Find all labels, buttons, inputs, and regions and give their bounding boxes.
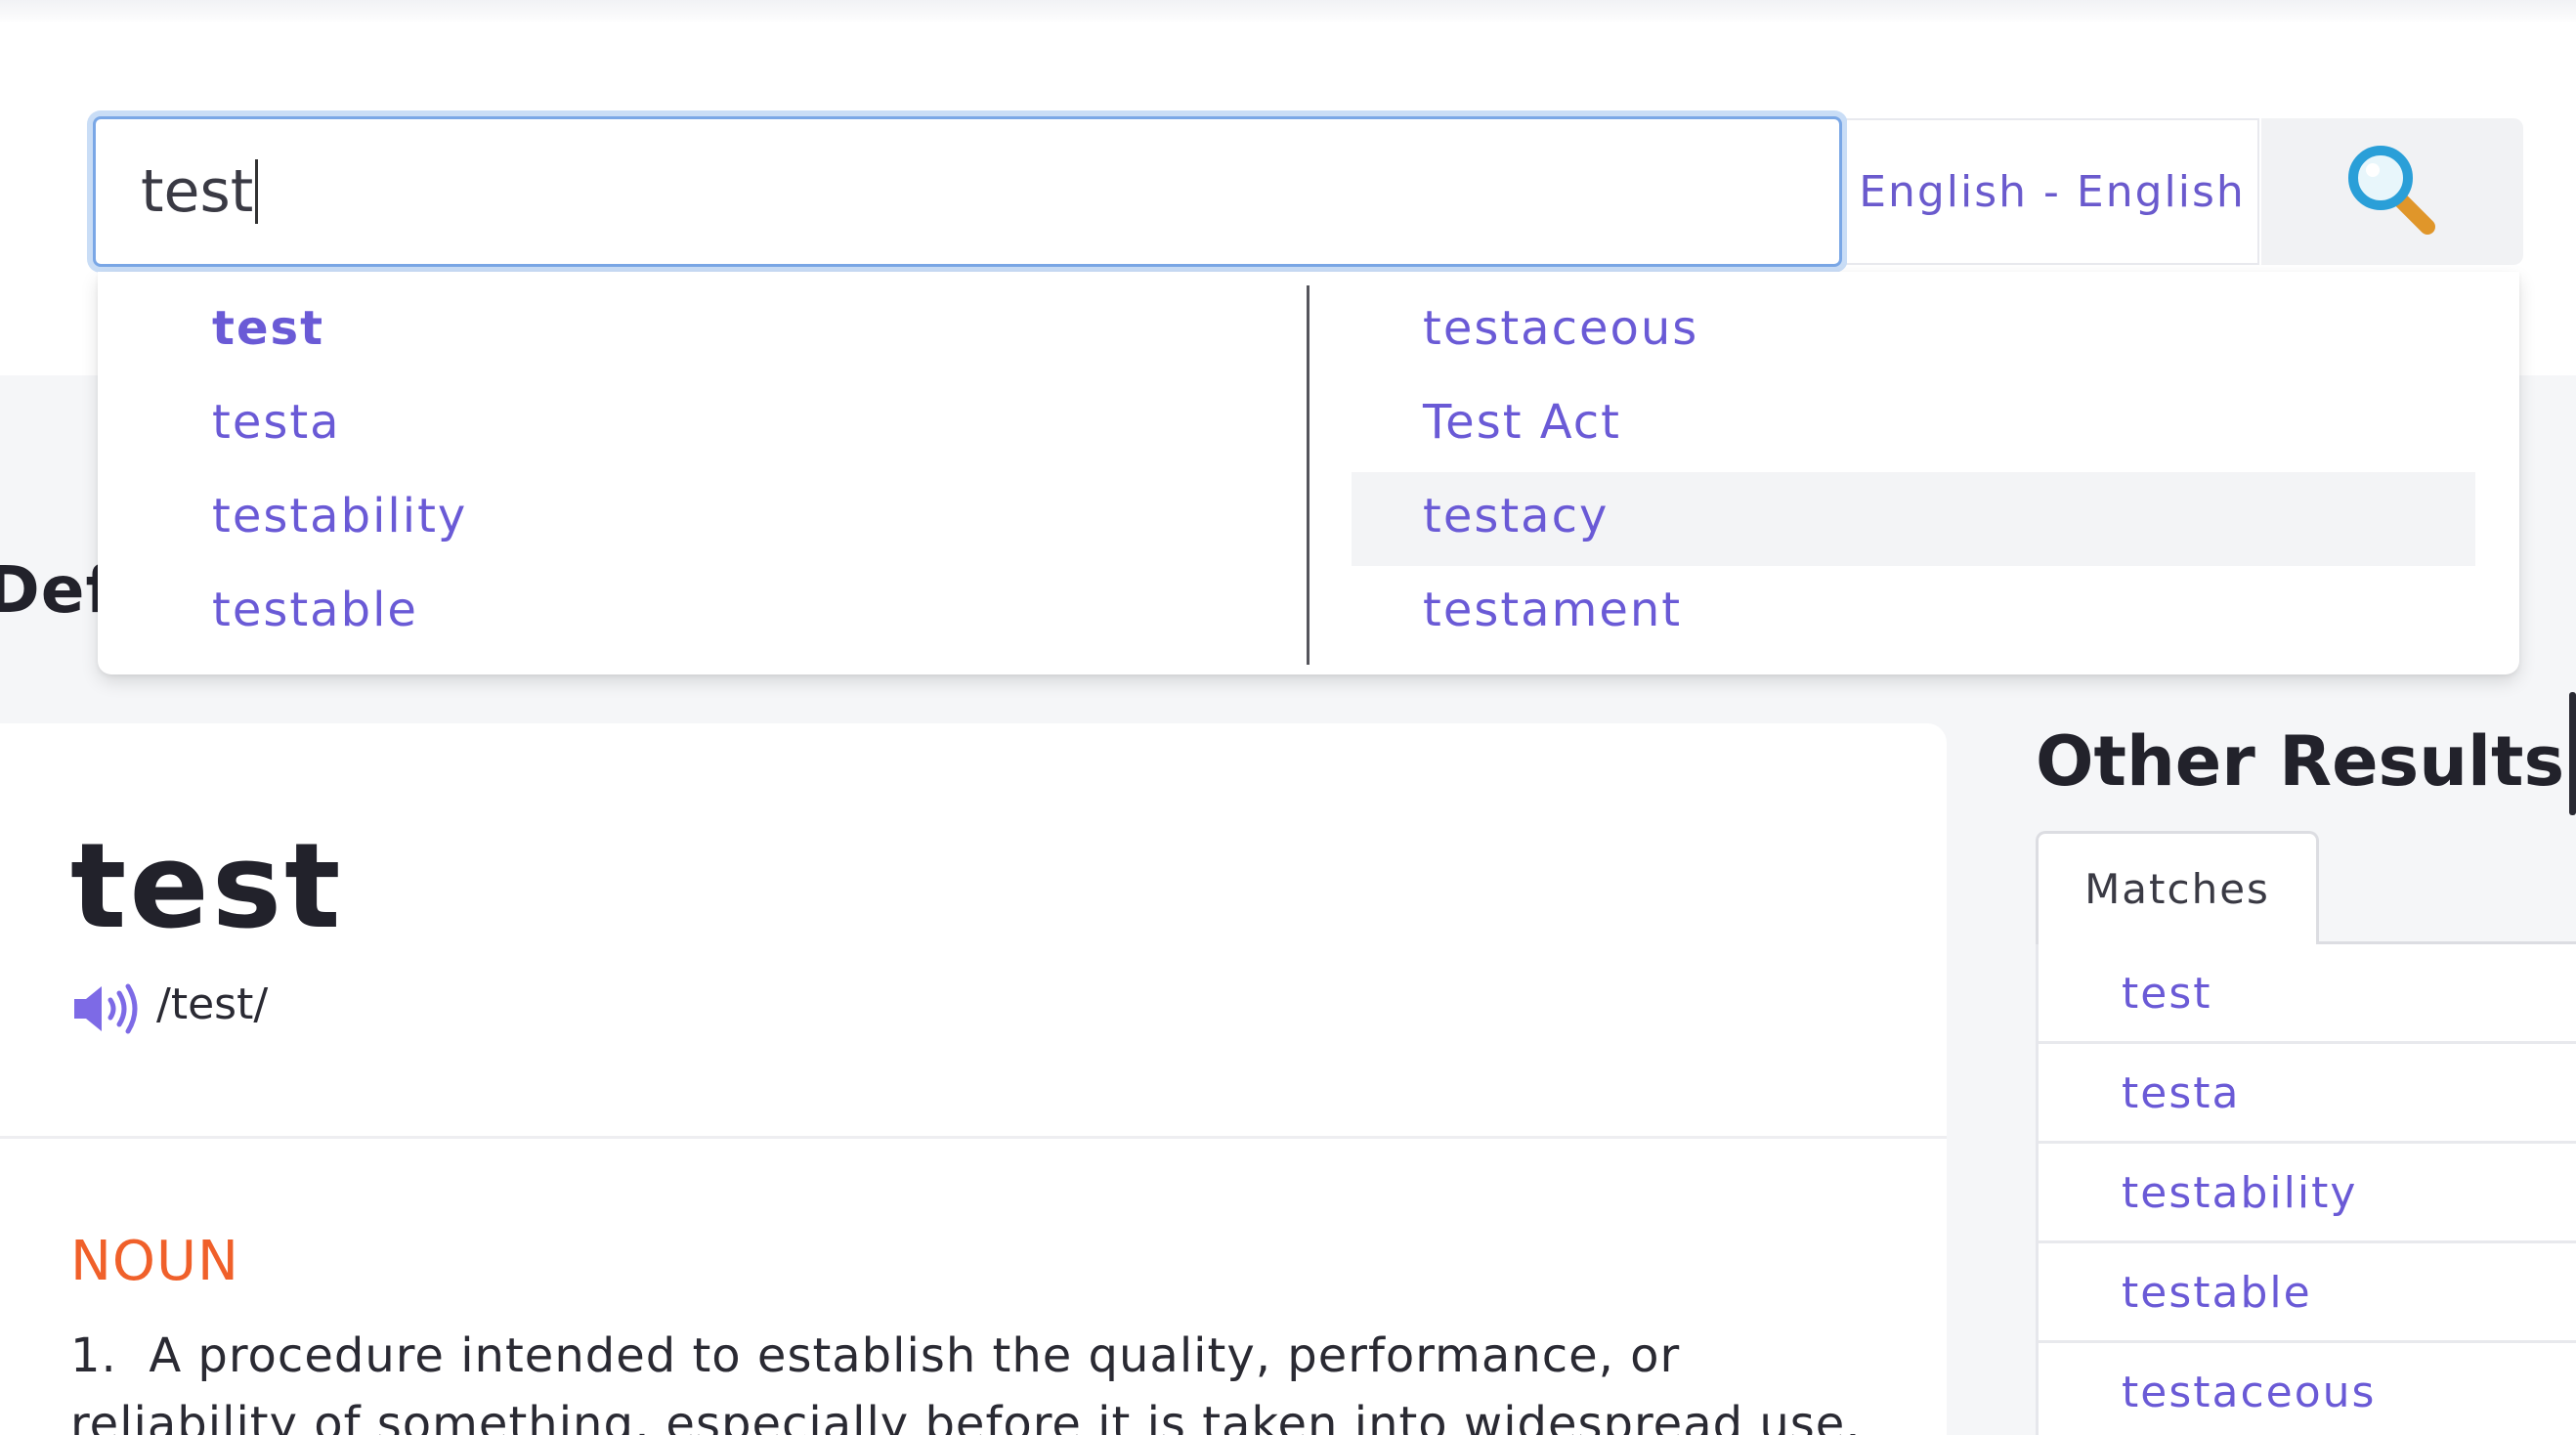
scroll-edge	[2569, 692, 2576, 815]
suggestion-dropdown: test testa testability testable testaceo…	[98, 272, 2519, 674]
suggestion-item[interactable]: Test Act	[1423, 375, 1621, 469]
suggestion-item[interactable]: test	[212, 282, 324, 375]
headword: test	[70, 819, 344, 955]
language-selector[interactable]: English - English	[1847, 118, 2259, 265]
speaker-icon[interactable]	[72, 982, 145, 1039]
magnifier-icon	[2345, 141, 2439, 242]
search-input-value: test	[141, 157, 254, 226]
result-item[interactable]: testaceous	[2039, 1343, 2576, 1435]
pronunciation: /test/	[156, 979, 269, 1029]
tab-matches[interactable]: Matches	[2036, 831, 2319, 944]
definition-text: A procedure intended to establish the qu…	[70, 1328, 1862, 1435]
result-item[interactable]: testable	[2039, 1243, 2576, 1343]
search-input[interactable]: test	[93, 116, 1842, 267]
suggestion-item[interactable]: testable	[212, 563, 418, 657]
result-item[interactable]: test	[2039, 944, 2576, 1044]
suggestion-item[interactable]: testa	[212, 375, 341, 469]
card-divider	[0, 1136, 1947, 1139]
suggestion-item[interactable]: testacy	[1423, 469, 1609, 563]
other-results-title: Other Results	[2036, 721, 2565, 802]
dictionary-page: Def test /test/ NOUN 1. A procedure inte…	[0, 0, 2576, 1435]
suggestion-item[interactable]: testament	[1423, 563, 1682, 657]
definition-number: 1.	[70, 1328, 117, 1383]
result-item[interactable]: testability	[2039, 1144, 2576, 1243]
suggestion-item[interactable]: testability	[212, 469, 467, 563]
definition-1: 1. A procedure intended to establish the…	[70, 1322, 1888, 1435]
part-of-speech: NOUN	[70, 1230, 239, 1293]
suggestion-item[interactable]: testaceous	[1423, 282, 1698, 375]
search-button[interactable]	[2261, 118, 2523, 265]
result-item[interactable]: testa	[2039, 1044, 2576, 1144]
text-caret	[255, 159, 259, 224]
suggestion-column-divider	[1307, 285, 1309, 665]
top-edge	[0, 0, 2576, 23]
other-results-list: test testa testability testable testaceo…	[2036, 944, 2576, 1435]
